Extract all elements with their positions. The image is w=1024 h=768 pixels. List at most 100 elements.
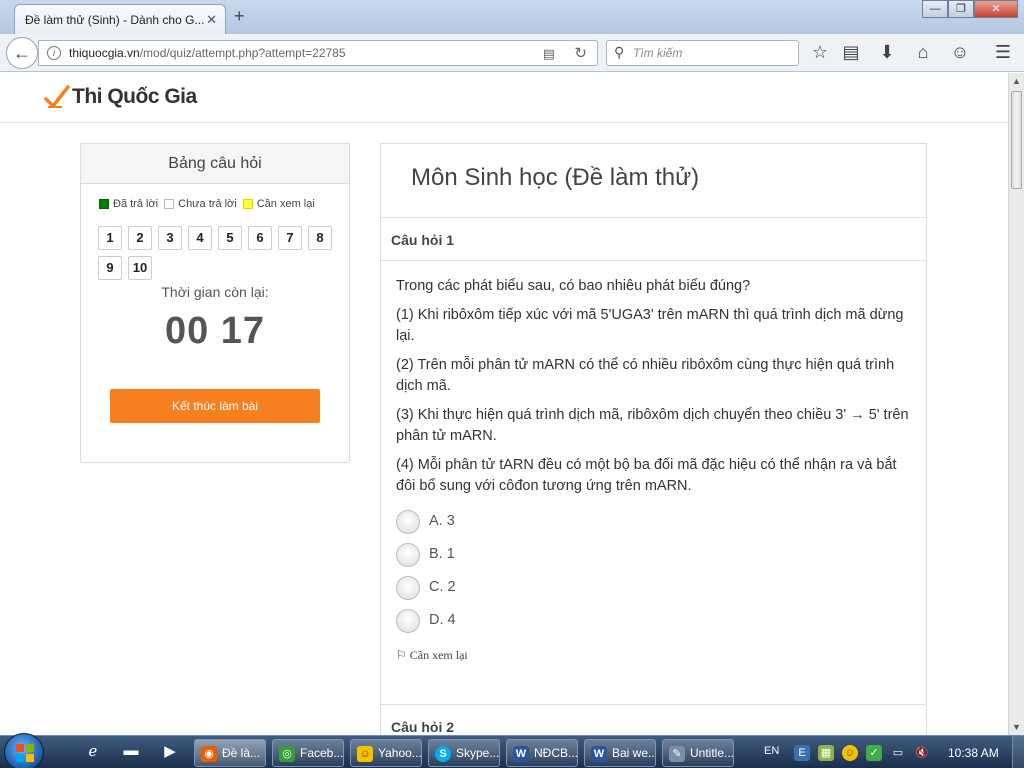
task-label: NĐCB.... (534, 746, 578, 760)
question-number-button[interactable]: 3 (158, 226, 182, 250)
question-number-button[interactable]: 4 (188, 226, 212, 250)
tray-monitor-icon[interactable]: ▭ (890, 745, 906, 761)
taskbar-item-skype[interactable]: S Skype... (428, 739, 500, 767)
question-intro: Trong các phát biểu sau, có bao nhiêu ph… (396, 278, 751, 294)
legend-swatch (164, 199, 175, 209)
page-scrollbar[interactable]: ▲ ▼ (1008, 73, 1024, 735)
scroll-thumb[interactable] (1011, 91, 1022, 189)
task-label: Đề là... (222, 746, 261, 760)
time-remaining-value: 00 17 (164, 310, 266, 352)
browser-titlebar: Đề làm thử (Sinh) - Dành cho G... ✕ + — … (0, 0, 1024, 34)
answer-label: D. 4 (429, 612, 456, 628)
windows-taskbar: ℯ ▬ ▶ ◉ Đề là... ◎ Faceb... ☺ Yahoo... S… (0, 733, 1024, 768)
question-number-button[interactable]: 1 (98, 226, 122, 250)
system-tray: EN E ▦ ☺ ✓ ▭ 🔇 10:38 AM (760, 736, 1024, 768)
legend-label: Cần xem lại (256, 198, 315, 210)
answer-label: C. 2 (429, 579, 456, 595)
taskbar-item-paint[interactable]: ✎ Untitle... (662, 739, 734, 767)
tray-security-icon[interactable]: ✓ (866, 745, 882, 761)
taskbar-item-firefox[interactable]: ◉ Đề là... (194, 739, 266, 767)
maximize-icon[interactable]: ❐ (948, 0, 974, 18)
tab-close-icon[interactable]: ✕ (206, 12, 217, 28)
bookmark-star-icon[interactable]: ☆ (809, 42, 831, 63)
answer-legend: Đã trả lời Chưa trả lời Cần xem lại (99, 198, 321, 210)
legend-answered: Đã trả lời (99, 198, 158, 210)
reload-icon[interactable]: ↻ (574, 44, 587, 62)
yahoo-messenger-icon: ☺ (357, 746, 373, 762)
tray-app-icon[interactable]: E (794, 745, 810, 761)
scroll-up-icon[interactable]: ▲ (1012, 76, 1021, 86)
quiz-content: Môn Sinh học (Đề làm thử) Câu hỏi 1 Tron… (380, 143, 927, 735)
browser-navbar: ← i thiquocgia.vn/mod/quiz/attempt.php?a… (0, 34, 1024, 72)
answer-option[interactable]: B. 1 (396, 538, 912, 571)
home-icon[interactable]: ⌂ (912, 42, 934, 63)
internet-explorer-icon[interactable]: ℯ (82, 742, 104, 764)
radio-button[interactable] (396, 608, 420, 633)
question-statement: (3) Khi thực hiện quá trình dịch mã, rib… (396, 407, 909, 444)
radio-button[interactable] (396, 575, 420, 600)
task-label: Yahoo... (378, 746, 422, 760)
taskbar-item-facebook[interactable]: ◎ Faceb... (272, 739, 344, 767)
answer-option[interactable]: C. 2 (396, 571, 912, 604)
language-indicator[interactable]: EN (764, 745, 779, 757)
finish-attempt-button[interactable]: Kết thúc làm bài (110, 389, 320, 423)
answer-options: A. 3 B. 1 C. 2 D. 4 (396, 505, 912, 637)
minimize-icon[interactable]: — (922, 0, 948, 18)
tray-network-icon[interactable]: ▦ (818, 745, 834, 761)
show-desktop-button[interactable] (1012, 736, 1024, 768)
bookmarks-list-icon[interactable]: ▤ (840, 42, 862, 63)
address-bar[interactable]: i thiquocgia.vn/mod/quiz/attempt.php?att… (38, 40, 598, 66)
taskbar-item-word-2[interactable]: W Bai we... (584, 739, 656, 767)
answer-option[interactable]: D. 4 (396, 604, 912, 637)
scroll-down-icon[interactable]: ▼ (1012, 722, 1021, 732)
url-path: /mod/quiz/attempt.php?attempt=22785 (139, 46, 346, 60)
site-header: Thi Quốc Gia (0, 73, 1008, 123)
site-info-icon[interactable]: i (47, 46, 61, 60)
question-number-button[interactable]: 7 (278, 226, 302, 250)
question-number-button[interactable]: 5 (218, 226, 242, 250)
paint-icon: ✎ (669, 746, 685, 762)
flag-question-link[interactable]: ⚐ Cần xem lại (396, 645, 912, 666)
close-window-icon[interactable]: ✕ (974, 0, 1018, 18)
taskbar-item-word-1[interactable]: W NĐCB.... (506, 739, 578, 767)
legend-swatch (99, 199, 109, 209)
search-input[interactable]: ⚲ Tìm kiếm (606, 40, 799, 66)
browser-tab[interactable]: Đề làm thử (Sinh) - Dành cho G... ✕ (14, 4, 226, 34)
question-number-button[interactable]: 6 (248, 226, 272, 250)
panel-title: Bảng câu hỏi (81, 144, 349, 184)
volume-muted-icon[interactable]: 🔇 (914, 745, 930, 761)
media-player-icon[interactable]: ▶ (159, 742, 181, 764)
menu-icon[interactable]: ☰ (992, 42, 1014, 63)
taskbar-item-yahoo[interactable]: ☺ Yahoo... (350, 739, 422, 767)
reader-view-icon[interactable]: ▤ (543, 46, 555, 62)
question-header: Câu hỏi 2 (381, 704, 926, 735)
time-remaining-label: Thời gian còn lại: (161, 284, 269, 300)
radio-button[interactable] (396, 509, 420, 534)
back-arrow-icon[interactable]: ← (6, 37, 38, 69)
legend-label: Đã trả lời (113, 198, 159, 210)
system-clock[interactable]: 10:38 AM (948, 746, 999, 760)
window-controls: — ❐ ✕ (922, 0, 1018, 18)
smiley-icon[interactable]: ☺ (949, 42, 971, 63)
question-statement: (1) Khi ribôxôm tiếp xúc với mã 5'UGA3' … (396, 307, 904, 344)
question-number-button[interactable]: 2 (128, 226, 152, 250)
tray-yahoo-icon[interactable]: ☺ (842, 745, 858, 761)
page-content: Thi Quốc Gia Bảng câu hỏi Đã trả lời Chư… (0, 73, 1008, 735)
question-number-button[interactable]: 8 (308, 226, 332, 250)
quiz-title: Môn Sinh học (Đề làm thử) (381, 144, 926, 218)
download-icon[interactable]: ⬇ (876, 42, 898, 63)
new-tab-icon[interactable]: + (234, 6, 245, 27)
start-button[interactable] (4, 733, 44, 768)
site-logo[interactable]: Thi Quốc Gia (44, 85, 197, 109)
file-explorer-icon[interactable]: ▬ (120, 742, 142, 764)
radio-button[interactable] (396, 542, 420, 567)
question-number-button[interactable]: 9 (98, 256, 122, 280)
answer-option[interactable]: A. 3 (396, 505, 912, 538)
logo-check-icon (44, 85, 70, 108)
question-number-button[interactable]: 10 (128, 256, 152, 280)
question-statement: (2) Trên mỗi phân tử mARN có thể có nhiề… (396, 357, 895, 394)
search-icon: ⚲ (614, 44, 625, 60)
answer-label: B. 1 (429, 546, 455, 562)
task-label: Faceb... (300, 746, 344, 760)
logo-text: Thi Quốc Gia (72, 85, 197, 108)
